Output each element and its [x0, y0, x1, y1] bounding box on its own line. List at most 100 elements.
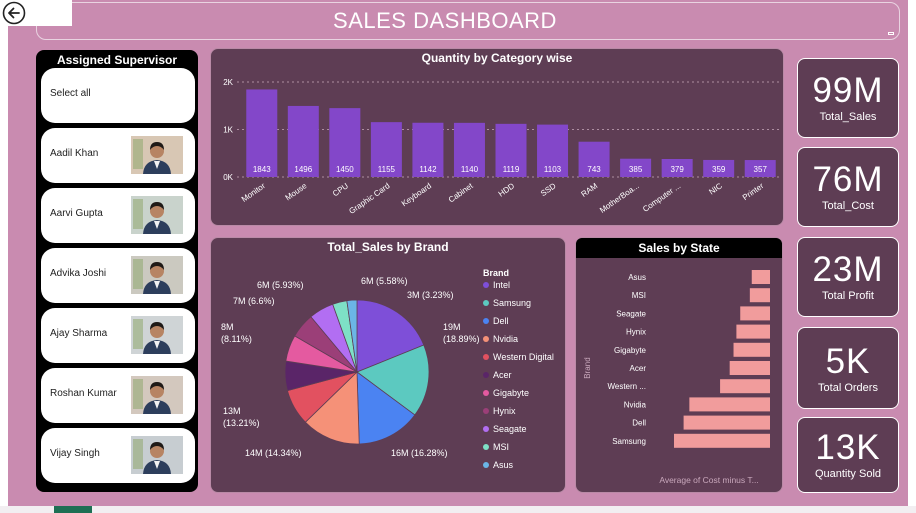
category-tick-label: Printer [741, 181, 766, 202]
supervisor-option[interactable]: Ajay Sharma [41, 308, 195, 363]
state-bar[interactable] [720, 379, 770, 394]
y-tick-label: 1K [223, 126, 233, 135]
supervisor-photo [131, 436, 183, 474]
brand-chart-title: Total_Sales by Brand [327, 240, 449, 254]
legend-item[interactable]: Dell [493, 316, 509, 326]
legend-item[interactable]: Western Digital [493, 352, 554, 362]
supervisor-name: Roshan Kumar [50, 388, 117, 399]
category-bar-chart-panel: Quantity by Category wise 0K 1K 2K 1843 Moni… [210, 48, 784, 226]
kpi-value: 5K [825, 342, 871, 381]
kpi-value: 76M [812, 160, 884, 199]
legend-item[interactable]: Seagate [493, 424, 527, 434]
legend-item[interactable]: Nvidia [493, 334, 518, 344]
state-category-label: MSI [632, 291, 646, 300]
category-chart-title: Quantity by Category wise [421, 51, 573, 65]
category-tick-label: NIC [707, 181, 724, 196]
supervisor-name: Aarvi Gupta [50, 208, 103, 219]
legend-item[interactable]: Acer [493, 370, 512, 380]
supervisor-photo [131, 136, 183, 174]
legend-marker [483, 426, 489, 432]
category-bar[interactable] [246, 89, 278, 177]
brand-pie-chart-panel: Total_Sales by Brand 19M (18.89%) 16M (16.… [210, 237, 566, 493]
kpi-total-orders: 5K Total Orders [797, 327, 899, 409]
kpi-label: Total_Cost [822, 200, 874, 212]
legend-item[interactable]: Samsung [493, 298, 531, 308]
state-x-axis-label: Average of Cost minus T... [659, 475, 758, 485]
pie-data-label: 6M (5.58%) [361, 276, 408, 286]
legend-marker [483, 408, 489, 414]
state-category-label: Acer [630, 364, 647, 373]
legend-marker [483, 300, 489, 306]
state-bar[interactable] [733, 342, 770, 357]
kpi-value: 23M [812, 250, 884, 289]
legend-item[interactable]: MSI [493, 442, 509, 452]
kpi-total-profit: 23M Total Profit [797, 237, 899, 317]
dashboard-canvas: SALES DASHBOARD Assigned Supervisor Sele… [8, 0, 908, 506]
pie-data-label: 6M (5.93%) [257, 280, 304, 290]
bar-value-label: 379 [670, 165, 684, 174]
brand-pie-chart: 19M (18.89%) 16M (16.28%) 14M (14.34%) 13M (1… [221, 268, 554, 470]
state-bar-chart-panel: Sales by State Asus MSI Seagate Hynix Gigaby… [575, 237, 783, 493]
legend-marker [483, 318, 489, 324]
minimize-icon[interactable] [888, 32, 894, 35]
page-tab-indicator[interactable] [54, 506, 92, 513]
bar-value-label: 1140 [461, 165, 479, 174]
back-arrow-icon [2, 1, 26, 25]
category-tick-label: Graphic Card [347, 181, 391, 216]
supervisor-name: Ajay Sharma [50, 328, 108, 339]
category-tick-label: Keyboard [400, 181, 433, 208]
pie-data-label: 8M (8.11%) [221, 322, 252, 344]
state-y-axis-label: Brand [583, 357, 592, 378]
pie-data-label: 19M (18.89%) [443, 322, 480, 344]
state-category-label: Dell [632, 419, 646, 428]
category-tick-label: SSD [539, 181, 558, 198]
legend-item[interactable]: Hynix [493, 406, 516, 416]
category-tick-label: MotherBoa... [598, 181, 641, 215]
bar-value-label: 1119 [503, 165, 520, 174]
kpi-total-cost: 76M Total_Cost [797, 147, 899, 227]
category-tick-label: CPU [331, 181, 350, 198]
legend-marker [483, 444, 489, 450]
pie-data-label: 14M (14.34%) [245, 448, 302, 458]
kpi-value: 13K [815, 428, 881, 467]
legend-item[interactable]: Asus [493, 460, 514, 470]
supervisor-photo [131, 196, 183, 234]
kpi-label: Total_Sales [819, 111, 877, 123]
bar-value-label: 1155 [378, 165, 396, 174]
bar-value-label: 357 [754, 165, 768, 174]
supervisor-option[interactable]: Aarvi Gupta [41, 188, 195, 243]
state-chart-title: Sales by State [576, 238, 782, 258]
state-category-label: Asus [628, 273, 646, 282]
legend-title: Brand [483, 268, 509, 278]
supervisor-option[interactable]: Advika Joshi [41, 248, 195, 303]
supervisor-option[interactable]: Vijay Singh [41, 428, 195, 483]
supervisor-photo [131, 256, 183, 294]
page-title: SALES DASHBOARD [333, 8, 557, 33]
legend-item[interactable]: Gigabyte [493, 388, 529, 398]
state-category-label: Samsung [612, 437, 646, 446]
state-bar[interactable] [736, 324, 770, 339]
bar-value-label: 1496 [294, 165, 312, 174]
category-tick-label: RAM [579, 181, 599, 199]
legend-item[interactable]: Intel [493, 280, 510, 290]
supervisor-name: Advika Joshi [50, 268, 107, 279]
supervisor-option[interactable]: Roshan Kumar [41, 368, 195, 423]
state-category-label: Gigabyte [614, 346, 647, 355]
category-tick-label: Monitor [240, 181, 267, 204]
state-bar[interactable] [683, 415, 770, 430]
legend-marker [483, 282, 489, 288]
pie-data-label: 7M (6.6%) [233, 296, 275, 306]
state-bar[interactable] [729, 361, 770, 375]
state-bar[interactable] [740, 306, 770, 321]
select-all-option[interactable]: Select all [41, 68, 195, 123]
state-bar[interactable] [749, 288, 770, 303]
pie-data-label: 16M (16.28%) [391, 448, 448, 458]
state-bar[interactable] [751, 270, 770, 284]
state-bar[interactable] [689, 397, 770, 412]
legend-marker [483, 372, 489, 378]
supervisor-option[interactable]: Aadil Khan [41, 128, 195, 183]
kpi-label: Quantity Sold [814, 468, 882, 480]
back-button[interactable] [0, 0, 72, 26]
state-bar[interactable] [674, 433, 770, 448]
kpi-label: Total Profit [822, 290, 874, 302]
